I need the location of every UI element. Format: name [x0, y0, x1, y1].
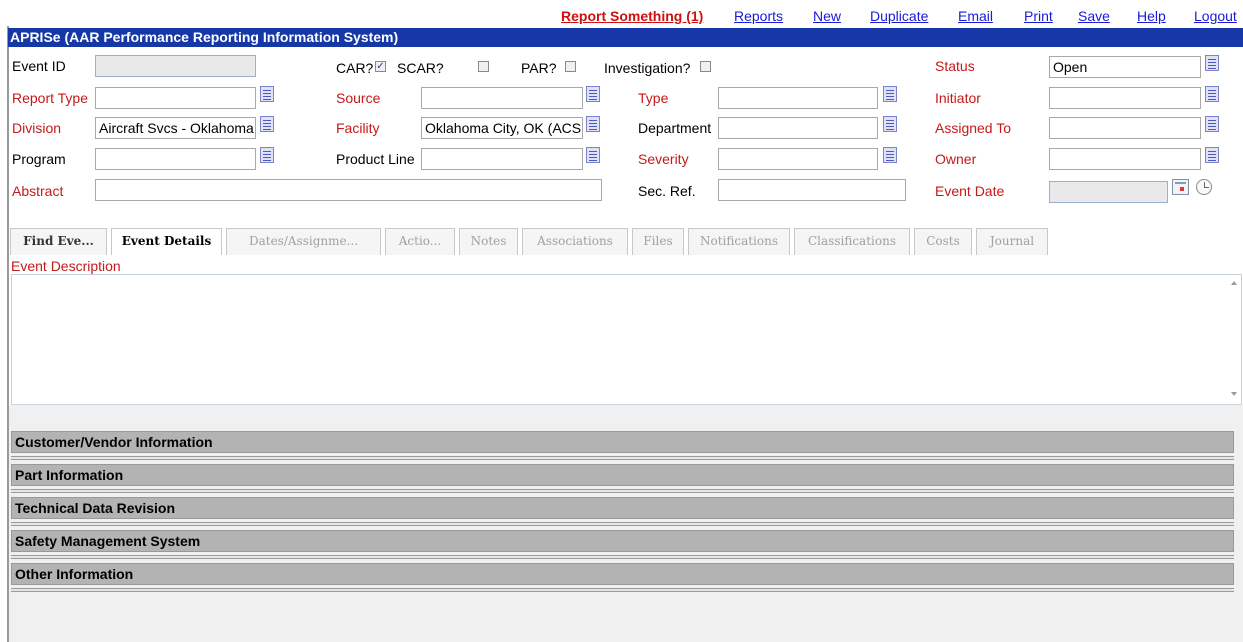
tab-notes[interactable]: Notes — [459, 228, 518, 255]
department-picker-icon[interactable] — [883, 116, 897, 132]
help-link[interactable]: Help — [1137, 8, 1166, 24]
initiator-field[interactable] — [1049, 87, 1201, 109]
section-divider — [11, 456, 1234, 460]
department-label: Department — [638, 120, 712, 136]
scar-label: SCAR? — [397, 60, 444, 76]
assigned-to-picker-icon[interactable] — [1205, 116, 1219, 132]
facility-picker-icon[interactable] — [586, 116, 600, 132]
division-picker-icon[interactable] — [260, 116, 274, 132]
assigned-to-field[interactable] — [1049, 117, 1201, 139]
source-label: Source — [336, 90, 381, 106]
type-picker-icon[interactable] — [883, 86, 897, 102]
tab-notifications[interactable]: Notifications — [688, 228, 790, 255]
division-field[interactable]: Aircraft Svcs - Oklahoma — [95, 117, 256, 139]
tab-find-events[interactable]: Find Eve... — [10, 228, 107, 255]
division-label: Division — [12, 120, 62, 136]
section-technical-data-revision[interactable]: Technical Data Revision — [11, 497, 1234, 519]
report-type-field[interactable] — [95, 87, 256, 109]
tab-files[interactable]: Files — [632, 228, 684, 255]
status-field[interactable]: Open — [1049, 56, 1201, 78]
tab-event-details[interactable]: Event Details — [111, 228, 222, 255]
source-picker-icon[interactable] — [586, 86, 600, 102]
type-field[interactable] — [718, 87, 878, 109]
status-label: Status — [935, 58, 975, 74]
owner-label: Owner — [935, 151, 977, 167]
abstract-label: Abstract — [12, 183, 64, 199]
section-safety-management-system[interactable]: Safety Management System — [11, 530, 1234, 552]
report-something-link[interactable]: Report Something (1) — [561, 8, 703, 24]
print-link[interactable]: Print — [1024, 8, 1053, 24]
tab-costs[interactable]: Costs — [914, 228, 972, 255]
assigned-to-label: Assigned To — [935, 120, 1012, 136]
scroll-up-icon[interactable] — [1231, 281, 1237, 285]
event-id-label: Event ID — [12, 58, 66, 74]
tab-classifications[interactable]: Classifications — [794, 228, 910, 255]
tab-journal[interactable]: Journal — [976, 228, 1048, 255]
email-link[interactable]: Email — [958, 8, 993, 24]
initiator-picker-icon[interactable] — [1205, 86, 1219, 102]
section-divider — [11, 489, 1234, 493]
type-label: Type — [638, 90, 669, 106]
tab-dates-assignments[interactable]: Dates/Assignme... — [226, 228, 381, 255]
program-picker-icon[interactable] — [260, 147, 274, 163]
section-part-information[interactable]: Part Information — [11, 464, 1234, 486]
save-link[interactable]: Save — [1078, 8, 1110, 24]
tab-associations[interactable]: Associations — [522, 228, 628, 255]
par-checkbox[interactable] — [565, 61, 576, 72]
owner-field[interactable] — [1049, 148, 1201, 170]
program-field[interactable] — [95, 148, 256, 170]
sec-ref-field[interactable] — [718, 179, 906, 201]
report-type-picker-icon[interactable] — [260, 86, 274, 102]
report-type-label: Report Type — [12, 90, 89, 106]
program-label: Program — [12, 151, 66, 167]
investigation-checkbox[interactable] — [700, 61, 711, 72]
severity-label: Severity — [638, 151, 689, 167]
new-link[interactable]: New — [813, 8, 841, 24]
reports-link[interactable]: Reports — [734, 8, 783, 24]
app-title-bar: APRISe (AAR Performance Reporting Inform… — [8, 28, 1243, 47]
section-divider — [11, 555, 1234, 559]
abstract-field[interactable] — [95, 179, 602, 201]
investigation-label: Investigation? — [604, 60, 691, 76]
sec-ref-label: Sec. Ref. — [638, 183, 696, 199]
clock-icon[interactable] — [1196, 179, 1212, 195]
severity-picker-icon[interactable] — [883, 147, 897, 163]
product-line-picker-icon[interactable] — [586, 147, 600, 163]
duplicate-link[interactable]: Duplicate — [870, 8, 928, 24]
product-line-field[interactable] — [421, 148, 583, 170]
facility-label: Facility — [336, 120, 380, 136]
product-line-label: Product Line — [336, 151, 415, 167]
department-field[interactable] — [718, 117, 878, 139]
section-other-information[interactable]: Other Information — [11, 563, 1234, 585]
car-label: CAR? — [336, 60, 374, 76]
section-divider — [11, 522, 1234, 526]
section-customer-vendor-information[interactable]: Customer/Vendor Information — [11, 431, 1234, 453]
event-id-field — [95, 55, 256, 77]
top-link-bar: Report Something (1) Reports New Duplica… — [0, 8, 1243, 26]
event-description-label: Event Description — [11, 258, 121, 274]
calendar-icon[interactable] — [1172, 179, 1189, 195]
severity-field[interactable] — [718, 148, 878, 170]
facility-field[interactable]: Oklahoma City, OK (ACS — [421, 117, 583, 139]
section-divider — [11, 588, 1234, 592]
car-checkbox[interactable]: ✓ — [375, 61, 386, 72]
event-date-field[interactable] — [1049, 181, 1168, 203]
event-date-label: Event Date — [935, 183, 1005, 199]
event-description-textarea[interactable] — [11, 274, 1242, 405]
status-picker-icon[interactable] — [1205, 55, 1219, 71]
scroll-down-icon[interactable] — [1231, 392, 1237, 396]
initiator-label: Initiator — [935, 90, 981, 106]
logout-link[interactable]: Logout — [1194, 8, 1237, 24]
tab-bar: Find Eve... Event Details Dates/Assignme… — [10, 228, 1243, 255]
owner-picker-icon[interactable] — [1205, 147, 1219, 163]
source-field[interactable] — [421, 87, 583, 109]
par-label: PAR? — [521, 60, 557, 76]
tab-actions[interactable]: Actio... — [385, 228, 455, 255]
scar-checkbox[interactable] — [478, 61, 489, 72]
